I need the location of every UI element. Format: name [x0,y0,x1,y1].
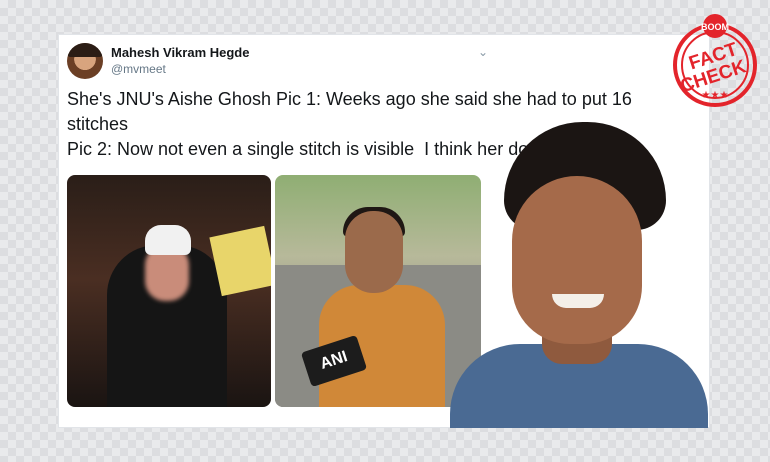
author-name[interactable]: Mahesh Vikram Hegde [111,45,249,60]
portrait-smile [552,294,604,308]
fact-check-stamp-svg: BOOM FACT CHECK ★★★ [673,14,757,107]
author-handle[interactable]: @mvmeet [111,62,166,76]
tweet-photo-1[interactable] [67,175,271,407]
stamp-brand: BOOM [701,22,729,32]
yellow-sleeve [209,225,271,297]
portrait-face [512,176,642,344]
chevron-down-icon[interactable]: ⌄ [475,44,491,60]
svg-text:★★★: ★★★ [702,90,729,101]
avatar-hair [67,43,103,57]
fact-check-stamp-icon: BOOM FACT CHECK ★★★ [668,10,762,114]
portrait-photo [432,118,722,428]
bandage [145,225,191,255]
person-head [345,211,403,293]
avatar[interactable] [67,43,103,79]
